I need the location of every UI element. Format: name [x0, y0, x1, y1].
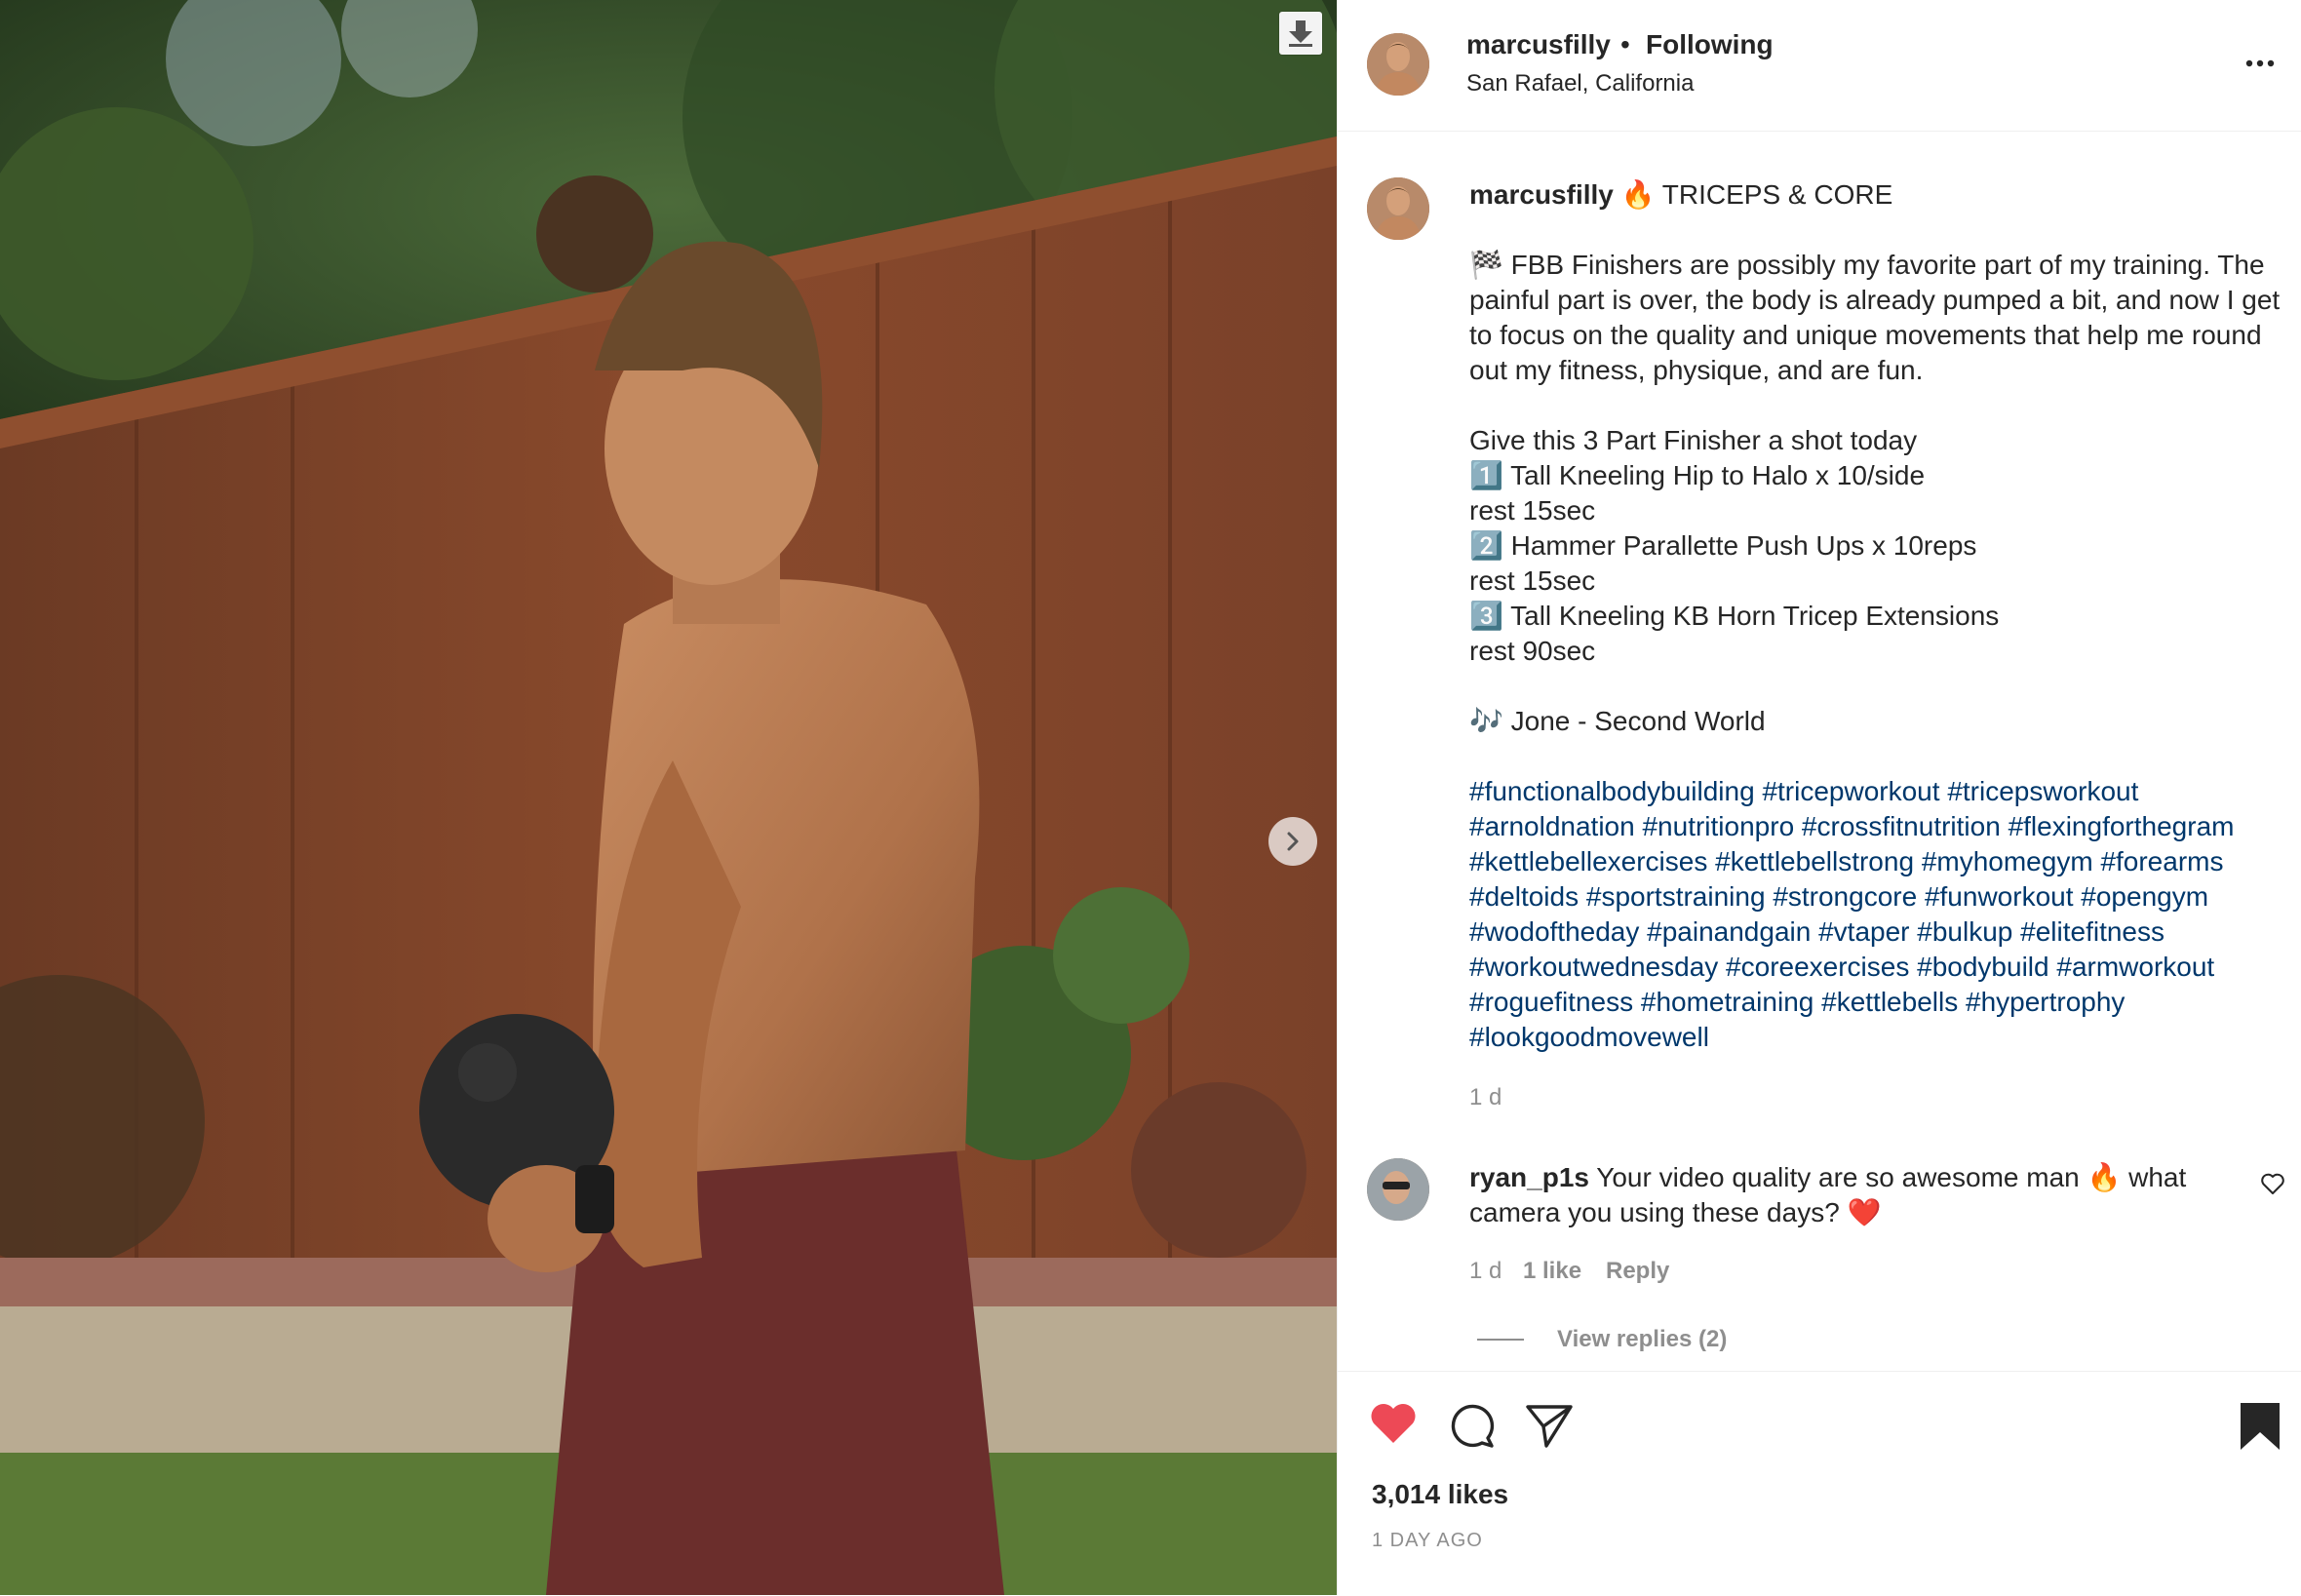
separator-dot: •	[1620, 29, 1630, 59]
hashtag-link[interactable]: #workoutwednesday	[1469, 952, 1726, 982]
hashtag-link[interactable]: #hypertrophy	[1966, 987, 2125, 1017]
caption: marcusfilly 🔥 TRICEPS & CORE 🏁 FBB Finis…	[1469, 177, 2288, 1055]
comment-likes-wrap: 1 like	[1523, 1258, 1581, 1285]
hashtag-link[interactable]: #armworkout	[2056, 952, 2214, 982]
comment-like-button[interactable]	[2260, 1172, 2285, 1200]
hashtag-list: #functionalbodybuilding #tricepworkout #…	[1469, 774, 2288, 1055]
hashtag-link[interactable]: #funworkout	[1925, 881, 2081, 912]
caption-paragraph: 🏁 FBB Finishers are possibly my favorite…	[1469, 250, 2281, 385]
hashtag-link[interactable]: #coreexercises	[1726, 952, 1917, 982]
more-options-icon	[2245, 59, 2275, 67]
hashtag-link[interactable]: #forearms	[2100, 846, 2223, 876]
caption-step: 2️⃣ Hammer Parallette Push Ups x 10reps	[1469, 530, 1977, 561]
like-count[interactable]: 3,014 likes	[1372, 1479, 1508, 1510]
heart-outline-icon	[2261, 1173, 2284, 1194]
comment-likes-count[interactable]: 1 like	[1523, 1258, 1581, 1284]
share-button[interactable]	[1525, 1401, 1574, 1455]
reply-button[interactable]: Reply	[1606, 1258, 1669, 1284]
save-button[interactable]	[2239, 1401, 2282, 1457]
hashtag-link[interactable]: #painandgain	[1647, 916, 1818, 947]
caption-step: rest 15sec	[1469, 565, 1596, 596]
caption-step: rest 15sec	[1469, 495, 1596, 526]
post-photo	[0, 0, 1337, 1595]
hashtag-link[interactable]: #kettlebellstrong	[1715, 846, 1922, 876]
author-username[interactable]: marcusfilly	[1466, 29, 1611, 60]
caption-step: rest 90sec	[1469, 636, 1596, 666]
hashtag-link[interactable]: #arnoldnation	[1469, 811, 1642, 841]
avatar-image	[1367, 33, 1429, 96]
comment-reply-wrap: Reply	[1606, 1258, 1669, 1285]
post-location[interactable]: San Rafael, California	[1466, 70, 1694, 97]
comment-icon	[1451, 1404, 1495, 1448]
hashtag-link[interactable]: #sportstraining	[1586, 881, 1773, 912]
hashtag-link[interactable]: #bodybuild	[1917, 952, 2056, 982]
caption-author-avatar[interactable]	[1367, 177, 1429, 240]
post-header: marcusfilly • Following San Rafael, Cali…	[1338, 0, 2301, 132]
post-media[interactable]	[0, 0, 1337, 1595]
caption-music: 🎶 Jone - Second World	[1469, 706, 1766, 736]
download-icon	[1289, 20, 1312, 47]
avatar-image	[1367, 177, 1429, 240]
hashtag-link[interactable]: #lookgoodmovewell	[1469, 1022, 1709, 1052]
caption-title-line: marcusfilly 🔥 TRICEPS & CORE	[1469, 177, 2288, 213]
hashtag-link[interactable]: #vtaper	[1818, 916, 1917, 947]
hashtag-link[interactable]: #flexingforthegram	[2008, 811, 2235, 841]
caption-timestamp[interactable]: 1 d	[1469, 1084, 1502, 1111]
caption-step: 3️⃣ Tall Kneeling KB Horn Tricep Extensi…	[1469, 601, 2000, 631]
comment-button[interactable]	[1447, 1401, 1496, 1455]
caption-intro: Give this 3 Part Finisher a shot today	[1469, 425, 1918, 455]
hashtag-link[interactable]: #wodoftheday	[1469, 916, 1647, 947]
caption-step: 1️⃣ Tall Kneeling Hip to Halo x 10/side	[1469, 460, 1926, 490]
comment-timestamp[interactable]: 1 d	[1469, 1258, 1502, 1285]
avatar-image	[1367, 1158, 1429, 1221]
commenter-avatar[interactable]	[1367, 1158, 1429, 1221]
hashtag-link[interactable]: #roguefitness	[1469, 987, 1641, 1017]
hashtag-link[interactable]: #deltoids	[1469, 881, 1586, 912]
hashtag-link[interactable]: #nutritionpro	[1642, 811, 1801, 841]
bookmark-filled-icon	[2241, 1403, 2280, 1450]
caption-username[interactable]: marcusfilly	[1469, 179, 1614, 210]
hashtag-link[interactable]: #tricepworkout	[1762, 776, 1947, 806]
comment-username[interactable]: ryan_p1s	[1469, 1162, 1589, 1192]
hashtag-link[interactable]: #elitefitness	[2020, 916, 2164, 947]
post-timestamp[interactable]: 1 DAY AGO	[1372, 1530, 1483, 1552]
chevron-right-icon	[1287, 832, 1299, 851]
caption-title: 🔥 TRICEPS & CORE	[1620, 179, 1893, 210]
heart-filled-icon	[1371, 1404, 1416, 1443]
view-replies-label: View replies (2)	[1557, 1326, 1728, 1352]
hashtag-link[interactable]: #hometraining	[1641, 987, 1821, 1017]
post-details-panel: marcusfilly • Following San Rafael, Cali…	[1337, 0, 2301, 1595]
comment: ryan_p1s Your video quality are so aweso…	[1469, 1160, 2230, 1230]
download-button[interactable]	[1279, 12, 1322, 55]
more-options-button[interactable]	[2241, 49, 2280, 78]
hashtag-link[interactable]: #crossfitnutrition	[1802, 811, 2008, 841]
next-media-button[interactable]	[1268, 817, 1317, 866]
like-button[interactable]	[1369, 1401, 1418, 1451]
replies-divider	[1477, 1339, 1524, 1341]
hashtag-link[interactable]: #kettlebellexercises	[1469, 846, 1715, 876]
hashtag-link[interactable]: #tricepsworkout	[1947, 776, 2138, 806]
hashtag-link[interactable]: #functionalbodybuilding	[1469, 776, 1762, 806]
hashtag-link[interactable]: #strongcore	[1773, 881, 1925, 912]
post-actions: 3,014 likes 1 DAY AGO	[1338, 1371, 2301, 1596]
author-avatar[interactable]	[1367, 33, 1429, 96]
follow-status-button[interactable]: Following	[1646, 29, 1774, 60]
share-icon	[1526, 1405, 1573, 1448]
hashtag-link[interactable]: #kettlebells	[1821, 987, 1966, 1017]
view-replies-button[interactable]: View replies (2)	[1477, 1326, 1727, 1353]
hashtag-link[interactable]: #myhomegym	[1922, 846, 2101, 876]
hashtag-link[interactable]: #bulkup	[1917, 916, 2020, 947]
hashtag-link[interactable]: #opengym	[2081, 881, 2208, 912]
